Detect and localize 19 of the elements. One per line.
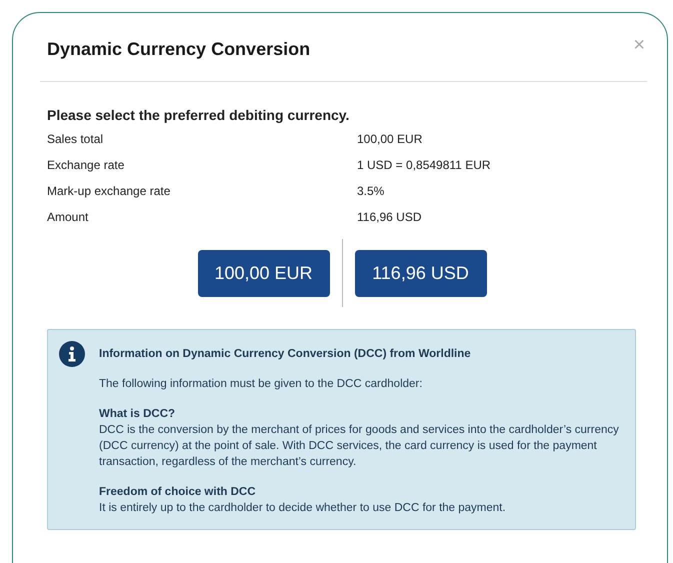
section-title: Freedom of choice with DCC bbox=[99, 485, 257, 500]
detail-value: 116,96 USD bbox=[357, 209, 422, 225]
info-text: The following information must be given to the DCC cardholder: bbox=[99, 377, 424, 392]
section-text: DCC is the conversion by the merchant of prices for goods and services into the cardholder’s currency (DCC currency) at the point of sale. With DCC services, the card currency is used for the payment transaction, regardless of the merchant’s currency. bbox=[99, 423, 620, 470]
section-text: It is entirely up to the cardholder to decide whether to use DCC for the payment. bbox=[99, 501, 507, 516]
info-icon bbox=[59, 341, 85, 367]
detail-label: Mark-up exchange rate bbox=[47, 183, 172, 199]
detail-label: Sales total bbox=[47, 131, 104, 147]
dialog-title: Dynamic Currency Conversion bbox=[47, 38, 310, 60]
currency-button[interactable]: 116,96 USD bbox=[354, 250, 486, 296]
detail-value: 3.5% bbox=[357, 183, 386, 199]
detail-label: Exchange rate bbox=[47, 157, 126, 173]
info-heading: Information on Dynamic Currency Conversion (DCC) from Worldline bbox=[99, 347, 472, 362]
detail-label: Amount bbox=[47, 209, 90, 225]
currency-button[interactable]: 100,00 EUR bbox=[198, 250, 330, 296]
prompt-text: Please select the preferred debiting currency. bbox=[47, 107, 350, 123]
detail-value: 100,00 EUR bbox=[357, 131, 424, 147]
section-title: What is DCC? bbox=[99, 407, 176, 422]
detail-value: 1 USD = 0,8549811 EUR bbox=[357, 157, 492, 173]
